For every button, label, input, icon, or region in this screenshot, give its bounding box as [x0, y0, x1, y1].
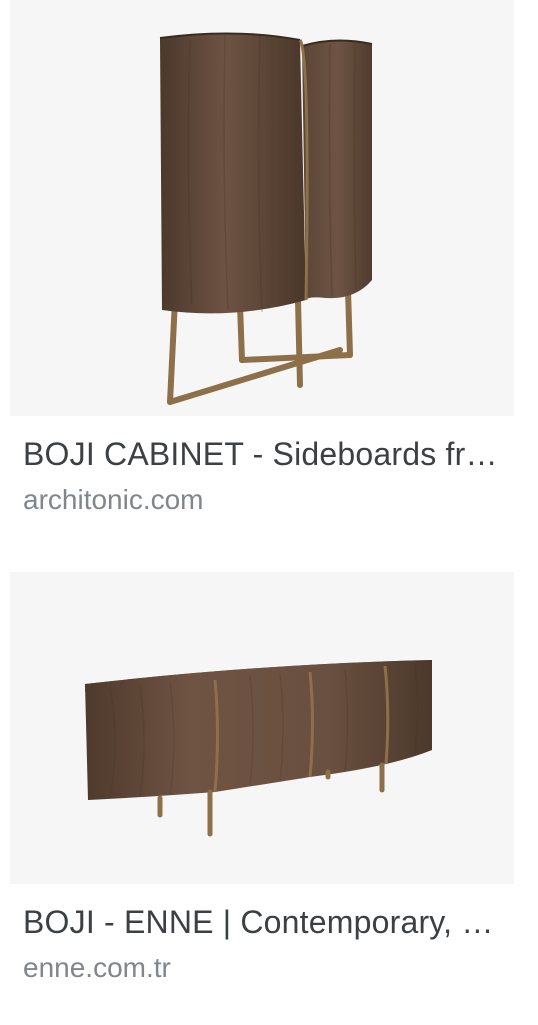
result-thumbnail[interactable]	[10, 0, 514, 416]
image-result-card[interactable]: BOJI - ENNE | Contemporary, Luxury Furni…	[0, 572, 538, 1012]
cabinet-image	[159, 32, 373, 405]
result-domain: enne.com.tr	[23, 952, 171, 983]
result-thumbnail[interactable]	[10, 572, 514, 884]
image-result-card[interactable]: BOJI CABINET - Sideboards from ENNE | Ar…	[0, 0, 538, 540]
result-title[interactable]: BOJI - ENNE | Contemporary, Luxury Furni…	[23, 902, 509, 942]
result-domain: architonic.com	[23, 484, 204, 515]
result-title[interactable]: BOJI CABINET - Sideboards from ENNE | Ar…	[23, 434, 509, 474]
sideboard-image	[85, 660, 432, 837]
